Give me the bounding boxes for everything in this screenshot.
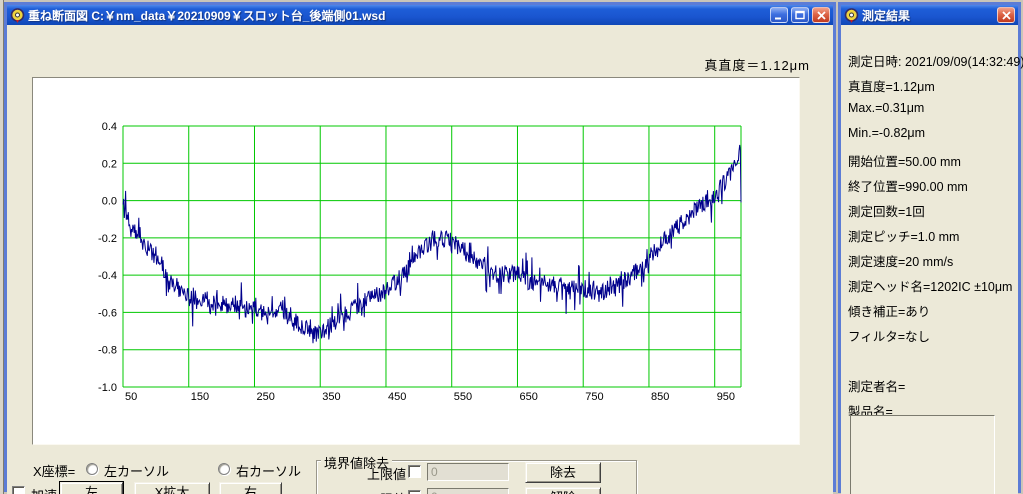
minimize-button[interactable] bbox=[770, 7, 788, 23]
y-tick-label: -0.4 bbox=[98, 270, 117, 282]
field-measure-pitch: 測定ピッチ=1.0 mm bbox=[848, 226, 959, 245]
y-tick-label: -0.6 bbox=[98, 307, 117, 319]
x-tick-label: 850 bbox=[651, 391, 669, 403]
x-zoom-button[interactable]: X拡大 bbox=[134, 482, 210, 494]
upper-limit-label: 上限値 bbox=[367, 464, 406, 483]
field-min: Min.=-0.82μm bbox=[848, 126, 925, 140]
x-tick-label: 350 bbox=[322, 391, 340, 403]
field-operator-name: 測定者名= bbox=[848, 376, 905, 395]
x-tick-label: 950 bbox=[717, 391, 735, 403]
upper-limit-input[interactable] bbox=[427, 463, 509, 481]
field-filter: フィルタ=なし bbox=[848, 326, 930, 345]
field-end-position: 終了位置=990.00 mm bbox=[848, 176, 968, 195]
x-coord-label: X座標= bbox=[33, 461, 75, 480]
close-button[interactable] bbox=[812, 7, 830, 23]
x-tick-label: 250 bbox=[256, 391, 274, 403]
field-tilt-correction: 傾き補正=あり bbox=[848, 301, 930, 320]
field-start-position: 開始位置=50.00 mm bbox=[848, 151, 961, 170]
result-close-button[interactable] bbox=[997, 7, 1015, 23]
field-measure-datetime: 測定日時: 2021/09/09(14:32:49) bbox=[848, 51, 1023, 70]
field-measure-speed: 測定速度=20 mm/s bbox=[848, 251, 953, 270]
accelerate-label: 加速 bbox=[31, 485, 57, 494]
right-cursor-radio[interactable] bbox=[218, 463, 230, 475]
left-cursor-label: 左カーソル bbox=[104, 461, 169, 480]
result-titlebar: 測定結果 bbox=[841, 5, 1018, 25]
accelerate-checkbox[interactable] bbox=[12, 486, 25, 494]
move-left-button[interactable]: 左 bbox=[60, 482, 123, 494]
close-icon bbox=[1002, 11, 1011, 20]
right-cursor-label: 右カーソル bbox=[236, 461, 301, 480]
boundary-removal-group: 境界値除去 上限値 除去 下限値 解除 bbox=[316, 460, 637, 494]
main-window: 重ね断面図 C:￥nm_data￥20210909￥スロット台_後端側01.ws… bbox=[4, 2, 836, 492]
lower-limit-checkbox[interactable] bbox=[408, 490, 421, 494]
result-client-area: 測定日時: 2021/09/09(14:32:49) 真直度=1.12μm Ma… bbox=[841, 45, 1018, 494]
profile-trace bbox=[123, 145, 741, 343]
close-icon bbox=[817, 11, 826, 20]
product-memo-box[interactable] bbox=[850, 415, 995, 494]
field-max: Max.=0.31μm bbox=[848, 101, 924, 115]
x-tick-label: 50 bbox=[125, 391, 137, 403]
profile-chart-svg: 50 150 250 350 450 550 650 750 850 950 0.4 0.2 0.0 -0… bbox=[33, 78, 801, 446]
move-right-button[interactable]: 右 bbox=[219, 482, 282, 494]
result-window-title: 測定結果 bbox=[862, 7, 994, 24]
x-tick-label: 550 bbox=[454, 391, 472, 403]
x-tick-label: 650 bbox=[519, 391, 537, 403]
maximize-icon bbox=[795, 10, 805, 20]
lower-limit-label: 下限値 bbox=[367, 489, 406, 494]
lower-limit-input[interactable] bbox=[427, 488, 509, 494]
main-titlebar: 重ね断面図 C:￥nm_data￥20210909￥スロット台_後端側01.ws… bbox=[7, 5, 833, 25]
main-client-area: 真直度＝1.12μm 50 150 250 350 450 550 650 750 850 950… bbox=[7, 45, 833, 494]
x-tick-label: 150 bbox=[191, 391, 209, 403]
y-tick-label: -1.0 bbox=[98, 382, 117, 394]
result-window: 測定結果 測定日時: 2021/09/09(14:32:49) 真直度=1.12… bbox=[838, 2, 1021, 493]
field-measure-count: 測定回数=1回 bbox=[848, 201, 925, 220]
y-tick-label: -0.8 bbox=[98, 345, 117, 357]
left-cursor-radio[interactable] bbox=[86, 463, 98, 475]
y-tick-label: 0.0 bbox=[102, 196, 117, 208]
field-straightness: 真直度=1.12μm bbox=[848, 76, 935, 95]
upper-limit-checkbox[interactable] bbox=[408, 465, 421, 478]
y-tick-label: -0.2 bbox=[98, 233, 117, 245]
chart-panel: 50 150 250 350 450 550 650 750 850 950 0.4 0.2 0.0 -0… bbox=[32, 77, 800, 445]
release-button[interactable]: 解除 bbox=[525, 487, 601, 494]
straightness-readout: 真直度＝1.12μm bbox=[704, 55, 810, 74]
app-icon bbox=[844, 8, 859, 23]
x-tick-label: 750 bbox=[585, 391, 603, 403]
minimize-icon bbox=[774, 11, 784, 20]
app-icon bbox=[10, 8, 25, 23]
y-tick-label: 0.4 bbox=[102, 121, 117, 133]
y-tick-label: 0.2 bbox=[102, 158, 117, 170]
field-head-name: 測定ヘッド名=1202IC ±10μm bbox=[848, 276, 1012, 295]
remove-button[interactable]: 除去 bbox=[525, 462, 601, 483]
desktop: 重ね断面図 C:￥nm_data￥20210909￥スロット台_後端側01.ws… bbox=[0, 0, 1023, 494]
x-tick-label: 450 bbox=[388, 391, 406, 403]
window-title: 重ね断面図 C:￥nm_data￥20210909￥スロット台_後端側01.ws… bbox=[28, 7, 767, 24]
maximize-button[interactable] bbox=[791, 7, 809, 23]
